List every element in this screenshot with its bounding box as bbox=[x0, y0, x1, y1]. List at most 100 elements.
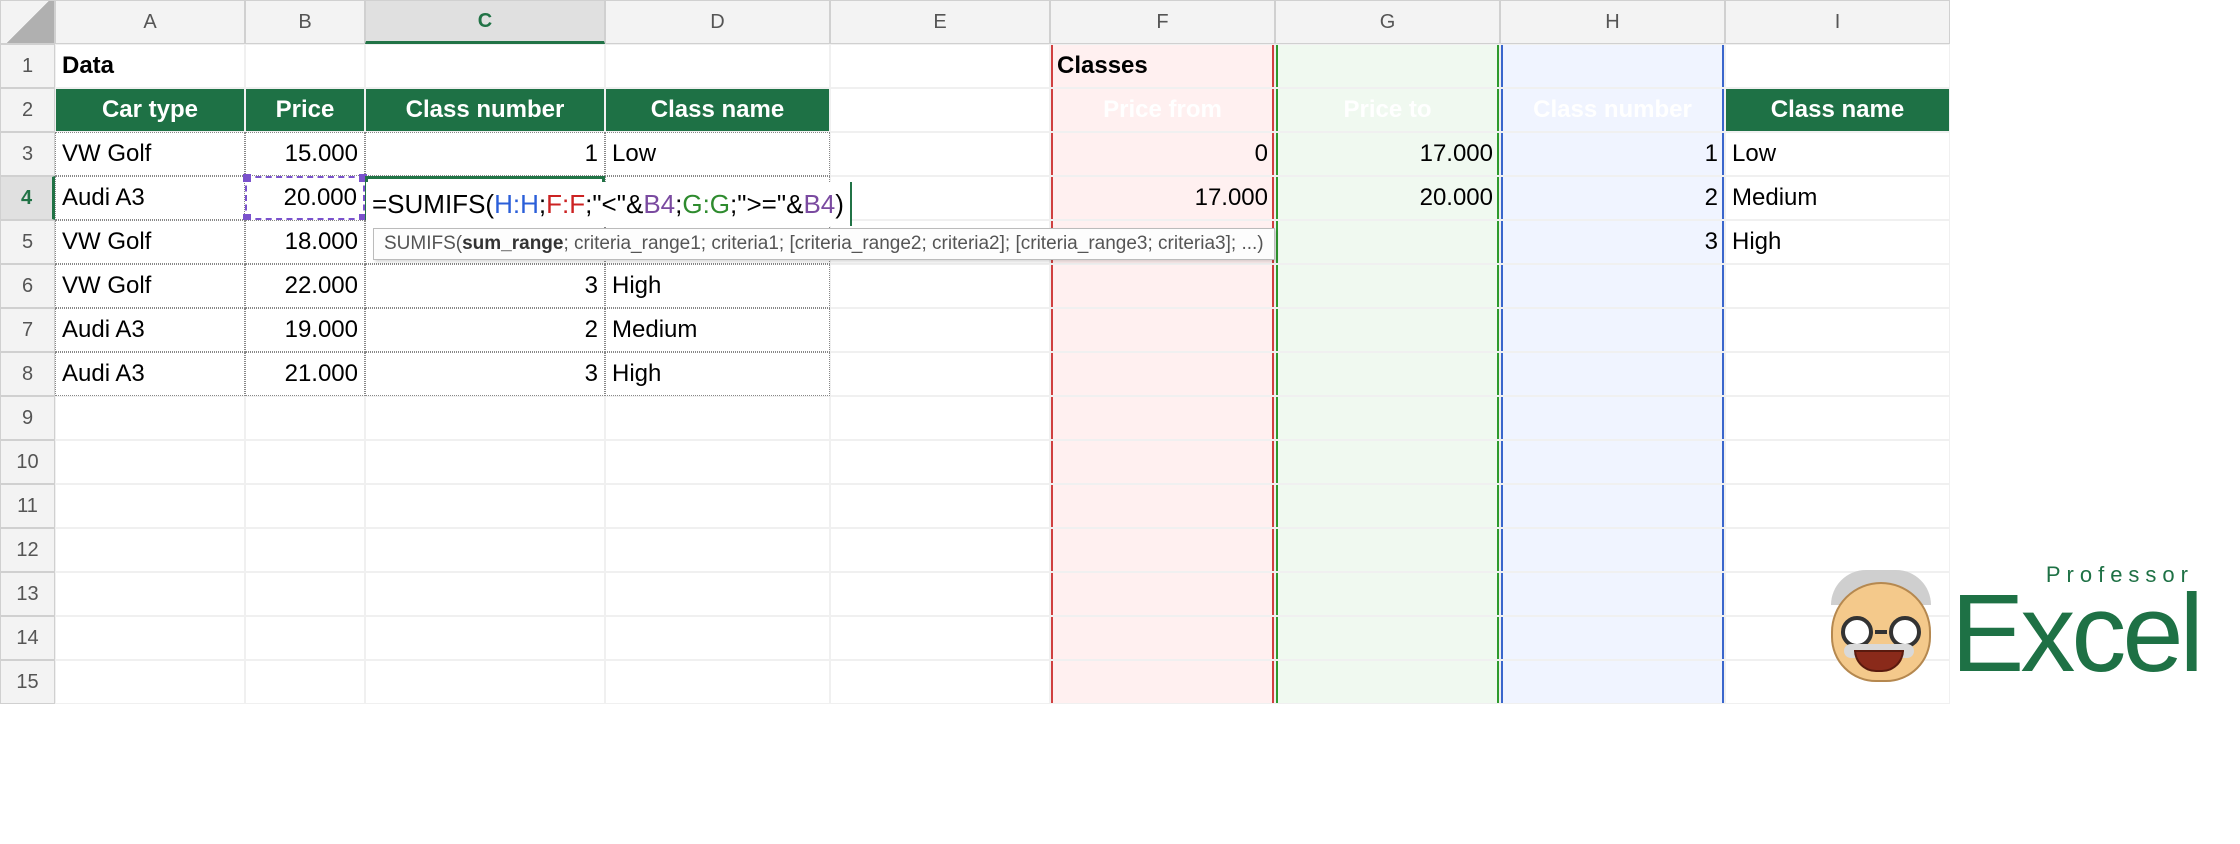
cell-D11[interactable] bbox=[605, 484, 830, 528]
cell-B3[interactable]: 15.000 bbox=[245, 132, 365, 176]
cell-F3[interactable]: 0 bbox=[1050, 132, 1275, 176]
cell-G1[interactable] bbox=[1275, 44, 1500, 88]
cell-D2[interactable]: Class name bbox=[605, 88, 830, 132]
cell-A13[interactable] bbox=[55, 572, 245, 616]
cell-H4[interactable]: 2 bbox=[1500, 176, 1725, 220]
cell-G11[interactable] bbox=[1275, 484, 1500, 528]
cell-C8[interactable]: 3 bbox=[365, 352, 605, 396]
cell-H6[interactable] bbox=[1500, 264, 1725, 308]
cell-E12[interactable] bbox=[830, 528, 1050, 572]
cell-D13[interactable] bbox=[605, 572, 830, 616]
cell-F6[interactable] bbox=[1050, 264, 1275, 308]
cell-A5[interactable]: VW Golf bbox=[55, 220, 245, 264]
cell-I7[interactable] bbox=[1725, 308, 1950, 352]
row-header-15[interactable]: 15 bbox=[0, 660, 55, 704]
cell-E11[interactable] bbox=[830, 484, 1050, 528]
cell-I9[interactable] bbox=[1725, 396, 1950, 440]
cell-A9[interactable] bbox=[55, 396, 245, 440]
cell-C11[interactable] bbox=[365, 484, 605, 528]
cell-I8[interactable] bbox=[1725, 352, 1950, 396]
cell-E15[interactable] bbox=[830, 660, 1050, 704]
cell-B2[interactable]: Price bbox=[245, 88, 365, 132]
row-header-8[interactable]: 8 bbox=[0, 352, 55, 396]
cell-H13[interactable] bbox=[1500, 572, 1725, 616]
cell-G12[interactable] bbox=[1275, 528, 1500, 572]
cell-E4[interactable] bbox=[830, 176, 1050, 220]
cell-F11[interactable] bbox=[1050, 484, 1275, 528]
cell-E13[interactable] bbox=[830, 572, 1050, 616]
cell-F15[interactable] bbox=[1050, 660, 1275, 704]
cell-G13[interactable] bbox=[1275, 572, 1500, 616]
col-header-G[interactable]: G bbox=[1275, 0, 1500, 44]
cell-I10[interactable] bbox=[1725, 440, 1950, 484]
cell-A14[interactable] bbox=[55, 616, 245, 660]
cell-E8[interactable] bbox=[830, 352, 1050, 396]
cell-B11[interactable] bbox=[245, 484, 365, 528]
cell-I1[interactable] bbox=[1725, 44, 1950, 88]
row-header-5[interactable]: 5 bbox=[0, 220, 55, 264]
cell-I11[interactable] bbox=[1725, 484, 1950, 528]
cell-E2[interactable] bbox=[830, 88, 1050, 132]
cell-F1[interactable]: Classes bbox=[1050, 44, 1275, 88]
cell-B6[interactable]: 22.000 bbox=[245, 264, 365, 308]
row-header-2[interactable]: 2 bbox=[0, 88, 55, 132]
cell-C12[interactable] bbox=[365, 528, 605, 572]
cell-D3[interactable]: Low bbox=[605, 132, 830, 176]
cell-E10[interactable] bbox=[830, 440, 1050, 484]
cell-A2[interactable]: Car type bbox=[55, 88, 245, 132]
cell-H14[interactable] bbox=[1500, 616, 1725, 660]
cell-A7[interactable]: Audi A3 bbox=[55, 308, 245, 352]
cell-H15[interactable] bbox=[1500, 660, 1725, 704]
row-header-14[interactable]: 14 bbox=[0, 616, 55, 660]
cell-F7[interactable] bbox=[1050, 308, 1275, 352]
cell-H10[interactable] bbox=[1500, 440, 1725, 484]
cell-C14[interactable] bbox=[365, 616, 605, 660]
cell-I3[interactable]: Low bbox=[1725, 132, 1950, 176]
col-header-A[interactable]: A bbox=[55, 0, 245, 44]
cell-H7[interactable] bbox=[1500, 308, 1725, 352]
cell-G7[interactable] bbox=[1275, 308, 1500, 352]
cell-A15[interactable] bbox=[55, 660, 245, 704]
cell-H3[interactable]: 1 bbox=[1500, 132, 1725, 176]
cell-C3[interactable]: 1 bbox=[365, 132, 605, 176]
cell-C9[interactable] bbox=[365, 396, 605, 440]
row-header-7[interactable]: 7 bbox=[0, 308, 55, 352]
cell-A11[interactable] bbox=[55, 484, 245, 528]
cell-D6[interactable]: High bbox=[605, 264, 830, 308]
cell-A4[interactable]: Audi A3 bbox=[55, 176, 245, 220]
cell-E3[interactable] bbox=[830, 132, 1050, 176]
cell-H12[interactable] bbox=[1500, 528, 1725, 572]
cell-E9[interactable] bbox=[830, 396, 1050, 440]
col-header-E[interactable]: E bbox=[830, 0, 1050, 44]
cell-I6[interactable] bbox=[1725, 264, 1950, 308]
cell-A8[interactable]: Audi A3 bbox=[55, 352, 245, 396]
cell-G4[interactable]: 20.000 bbox=[1275, 176, 1500, 220]
cell-I5[interactable]: High bbox=[1725, 220, 1950, 264]
cell-C13[interactable] bbox=[365, 572, 605, 616]
row-header-12[interactable]: 12 bbox=[0, 528, 55, 572]
cell-B13[interactable] bbox=[245, 572, 365, 616]
cell-F10[interactable] bbox=[1050, 440, 1275, 484]
cell-A1[interactable]: Data bbox=[55, 44, 245, 88]
row-header-9[interactable]: 9 bbox=[0, 396, 55, 440]
col-header-I[interactable]: I bbox=[1725, 0, 1950, 44]
cell-B7[interactable]: 19.000 bbox=[245, 308, 365, 352]
formula-edit-overlay[interactable]: =SUMIFS(H:H;F:F;"<"&B4;G:G;">="&B4) bbox=[366, 182, 852, 226]
cell-B15[interactable] bbox=[245, 660, 365, 704]
cell-D9[interactable] bbox=[605, 396, 830, 440]
cell-H8[interactable] bbox=[1500, 352, 1725, 396]
cell-A12[interactable] bbox=[55, 528, 245, 572]
row-header-10[interactable]: 10 bbox=[0, 440, 55, 484]
cell-B9[interactable] bbox=[245, 396, 365, 440]
cell-F12[interactable] bbox=[1050, 528, 1275, 572]
cell-D10[interactable] bbox=[605, 440, 830, 484]
cell-F8[interactable] bbox=[1050, 352, 1275, 396]
cell-G6[interactable] bbox=[1275, 264, 1500, 308]
row-header-3[interactable]: 3 bbox=[0, 132, 55, 176]
col-header-H[interactable]: H bbox=[1500, 0, 1725, 44]
cell-D14[interactable] bbox=[605, 616, 830, 660]
row-header-6[interactable]: 6 bbox=[0, 264, 55, 308]
cell-F2[interactable]: Price from bbox=[1050, 88, 1275, 132]
cell-G14[interactable] bbox=[1275, 616, 1500, 660]
cell-G2[interactable]: Price to bbox=[1275, 88, 1500, 132]
